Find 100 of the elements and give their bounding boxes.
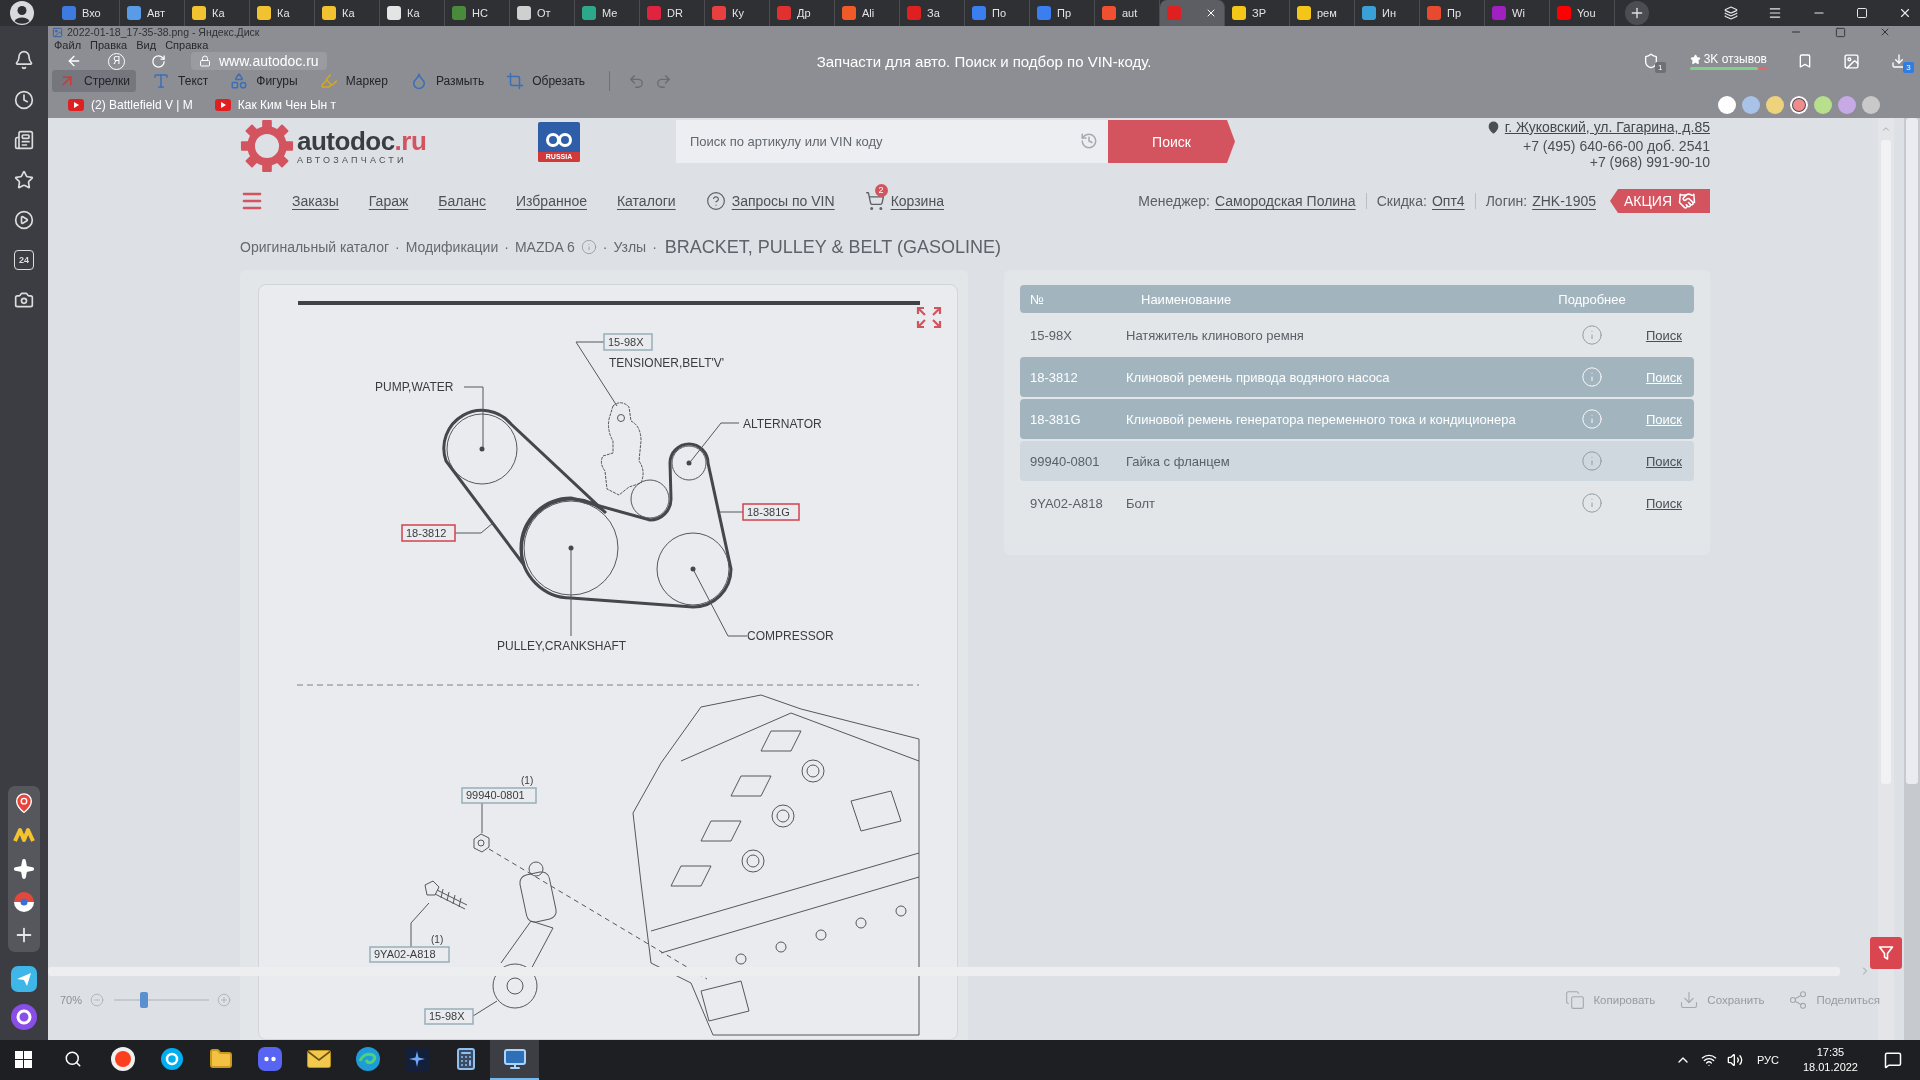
account-link[interactable]: Опт4 [1432, 193, 1465, 209]
back-icon[interactable] [66, 53, 82, 69]
horizontal-scrollbar[interactable] [48, 966, 1840, 976]
hex-nut [473, 833, 490, 853]
account-link[interactable]: Самородская Полина [1215, 193, 1356, 209]
language-indicator[interactable]: РУС [1756, 1054, 1779, 1066]
color-swatch[interactable] [1742, 96, 1760, 114]
clock-time[interactable]: 17:35 [1816, 1045, 1845, 1060]
count-badge: 3 [1903, 62, 1914, 73]
breadcrumb-link[interactable]: MAZDA 6 [514, 239, 575, 255]
help-icon[interactable] [705, 191, 726, 211]
table-cell: Болт [1126, 495, 1155, 511]
speaker-icon[interactable] [1726, 1052, 1743, 1068]
clock-date[interactable]: 18.01.2022 [1802, 1060, 1858, 1075]
menu-item[interactable]: Справка [165, 38, 209, 52]
tool-button[interactable]: Обрезать [500, 70, 592, 92]
part-number-tag[interactable]: 18-381G [742, 503, 800, 521]
calendar-button[interactable]: 24 [14, 250, 34, 270]
tool-button[interactable]: Размыть [403, 70, 491, 92]
star-icon[interactable] [14, 170, 34, 190]
close-icon[interactable] [1205, 7, 1217, 19]
part-number-tag[interactable]: 18-3812 [401, 524, 456, 542]
gear-logo-icon[interactable] [240, 119, 294, 173]
tool-button[interactable]: Текст [146, 70, 215, 92]
search-button[interactable]: Поиск [1108, 120, 1235, 163]
nav-link[interactable]: Гараж [368, 193, 409, 209]
tool-button[interactable]: Фигуры [224, 70, 304, 92]
menu-icon[interactable] [1768, 6, 1782, 20]
diagram-label: PUMP,WATER [375, 380, 454, 394]
bookmark-icon[interactable] [1797, 53, 1813, 69]
nav-link[interactable]: Избранное [516, 193, 587, 209]
cart-icon[interactable] [864, 191, 885, 211]
logo-wordmark[interactable]: autodoc.ru [297, 126, 427, 155]
color-swatch[interactable] [1766, 96, 1784, 114]
table-row[interactable]: 9YA02-A818 Болт Поиск [1020, 483, 1694, 523]
vertical-scrollbar[interactable] [1904, 118, 1920, 1040]
search-field[interactable]: Поиск по артикулу или VIN коду [676, 120, 1108, 163]
color-swatch[interactable] [1814, 96, 1832, 114]
breadcrumb-link[interactable]: Узлы [613, 239, 647, 255]
breadcrumb-link[interactable]: Оригинальный каталог [240, 239, 390, 255]
part-number-tag[interactable]: 99940-0801 [461, 787, 537, 804]
part-number-tag[interactable]: 15-98X [603, 333, 653, 351]
new-tab-button[interactable] [1625, 1, 1649, 25]
color-swatch[interactable] [1790, 96, 1808, 114]
camera-icon[interactable] [14, 290, 34, 310]
vertical-scrollbar[interactable] [1878, 118, 1894, 1040]
expand-icon[interactable] [916, 306, 942, 329]
color-swatch[interactable] [1838, 96, 1856, 114]
search-link[interactable]: Поиск [1645, 327, 1682, 343]
breadcrumb-link[interactable]: Модификации [405, 239, 499, 255]
account-link[interactable]: ZHK-1905 [1532, 193, 1596, 209]
bookmark-link[interactable]: Как Ким Чен Ын т [214, 98, 337, 112]
slider-thumb[interactable] [140, 992, 149, 1008]
scrollbar-thumb[interactable] [1906, 118, 1918, 784]
address-link[interactable]: г. Жуковский, ул. Гагарина, д.85 [1486, 118, 1710, 136]
shield-icon[interactable] [1642, 53, 1659, 69]
ring-app-icon[interactable] [11, 1004, 37, 1030]
swirl-icon [355, 1047, 380, 1071]
nav-link[interactable]: Баланс [438, 193, 486, 209]
play-icon[interactable] [14, 210, 34, 230]
color-swatch[interactable] [1718, 96, 1736, 114]
nav-link[interactable]: Запросы по VIN [731, 193, 835, 209]
leader-line [463, 386, 484, 448]
menu-item[interactable]: Файл [54, 38, 82, 52]
table-row[interactable]: 15-98X Натяжитель клинового ремня Поиск [1020, 315, 1694, 355]
color-swatch[interactable] [1862, 96, 1880, 114]
notification-icon[interactable] [1884, 1051, 1902, 1069]
menu-item[interactable]: Вид [136, 38, 157, 52]
zoom-slider[interactable] [114, 992, 210, 1008]
filter-button[interactable] [1870, 937, 1902, 969]
layers-icon[interactable] [1724, 6, 1738, 20]
menu-item[interactable]: Правка [90, 38, 128, 52]
bookmark-link[interactable]: (2) Battlefield V | M [68, 98, 193, 112]
nav-link[interactable]: Каталоги [616, 193, 676, 209]
reload-icon[interactable] [151, 53, 166, 69]
search-link[interactable]: Поиск [1645, 495, 1682, 511]
diagram-label: PULLEY,CRANKSHAFT [497, 639, 627, 653]
tool-button[interactable]: Маркер [313, 70, 394, 92]
map-pin-icon[interactable] [13, 792, 35, 814]
nav-link[interactable]: Корзина [890, 193, 944, 209]
newspaper-icon[interactable] [14, 130, 34, 150]
send-tile-icon[interactable] [11, 966, 37, 992]
promo-button[interactable]: АКЦИЯ [1610, 189, 1710, 213]
ball-icon[interactable] [13, 891, 35, 913]
clock-icon[interactable] [14, 90, 34, 110]
table-row[interactable]: 99940-0801 Гайка с фланцем Поиск [1020, 441, 1694, 481]
taskbar-button[interactable] [490, 1040, 539, 1080]
search-link[interactable]: Поиск [1645, 453, 1682, 469]
bell-icon[interactable] [14, 50, 34, 70]
tool-button[interactable]: Стрелки [52, 70, 137, 92]
nav-link[interactable]: Заказы [292, 193, 339, 209]
sparkle-icon[interactable] [13, 858, 35, 880]
picture-icon[interactable] [1843, 52, 1860, 70]
page-title: Запчасти для авто. Поиск и подбор по VIN-коду. [816, 52, 1152, 70]
avatar-icon[interactable] [10, 1, 34, 25]
wifi-icon[interactable] [1700, 1052, 1717, 1068]
reviews-link[interactable]: 3K отзывов [1689, 52, 1767, 66]
part-number-tag[interactable]: 15-98X [424, 1008, 474, 1025]
close-icon[interactable] [1898, 6, 1912, 20]
part-number-tag[interactable]: 9YA02-A818 [369, 946, 450, 963]
